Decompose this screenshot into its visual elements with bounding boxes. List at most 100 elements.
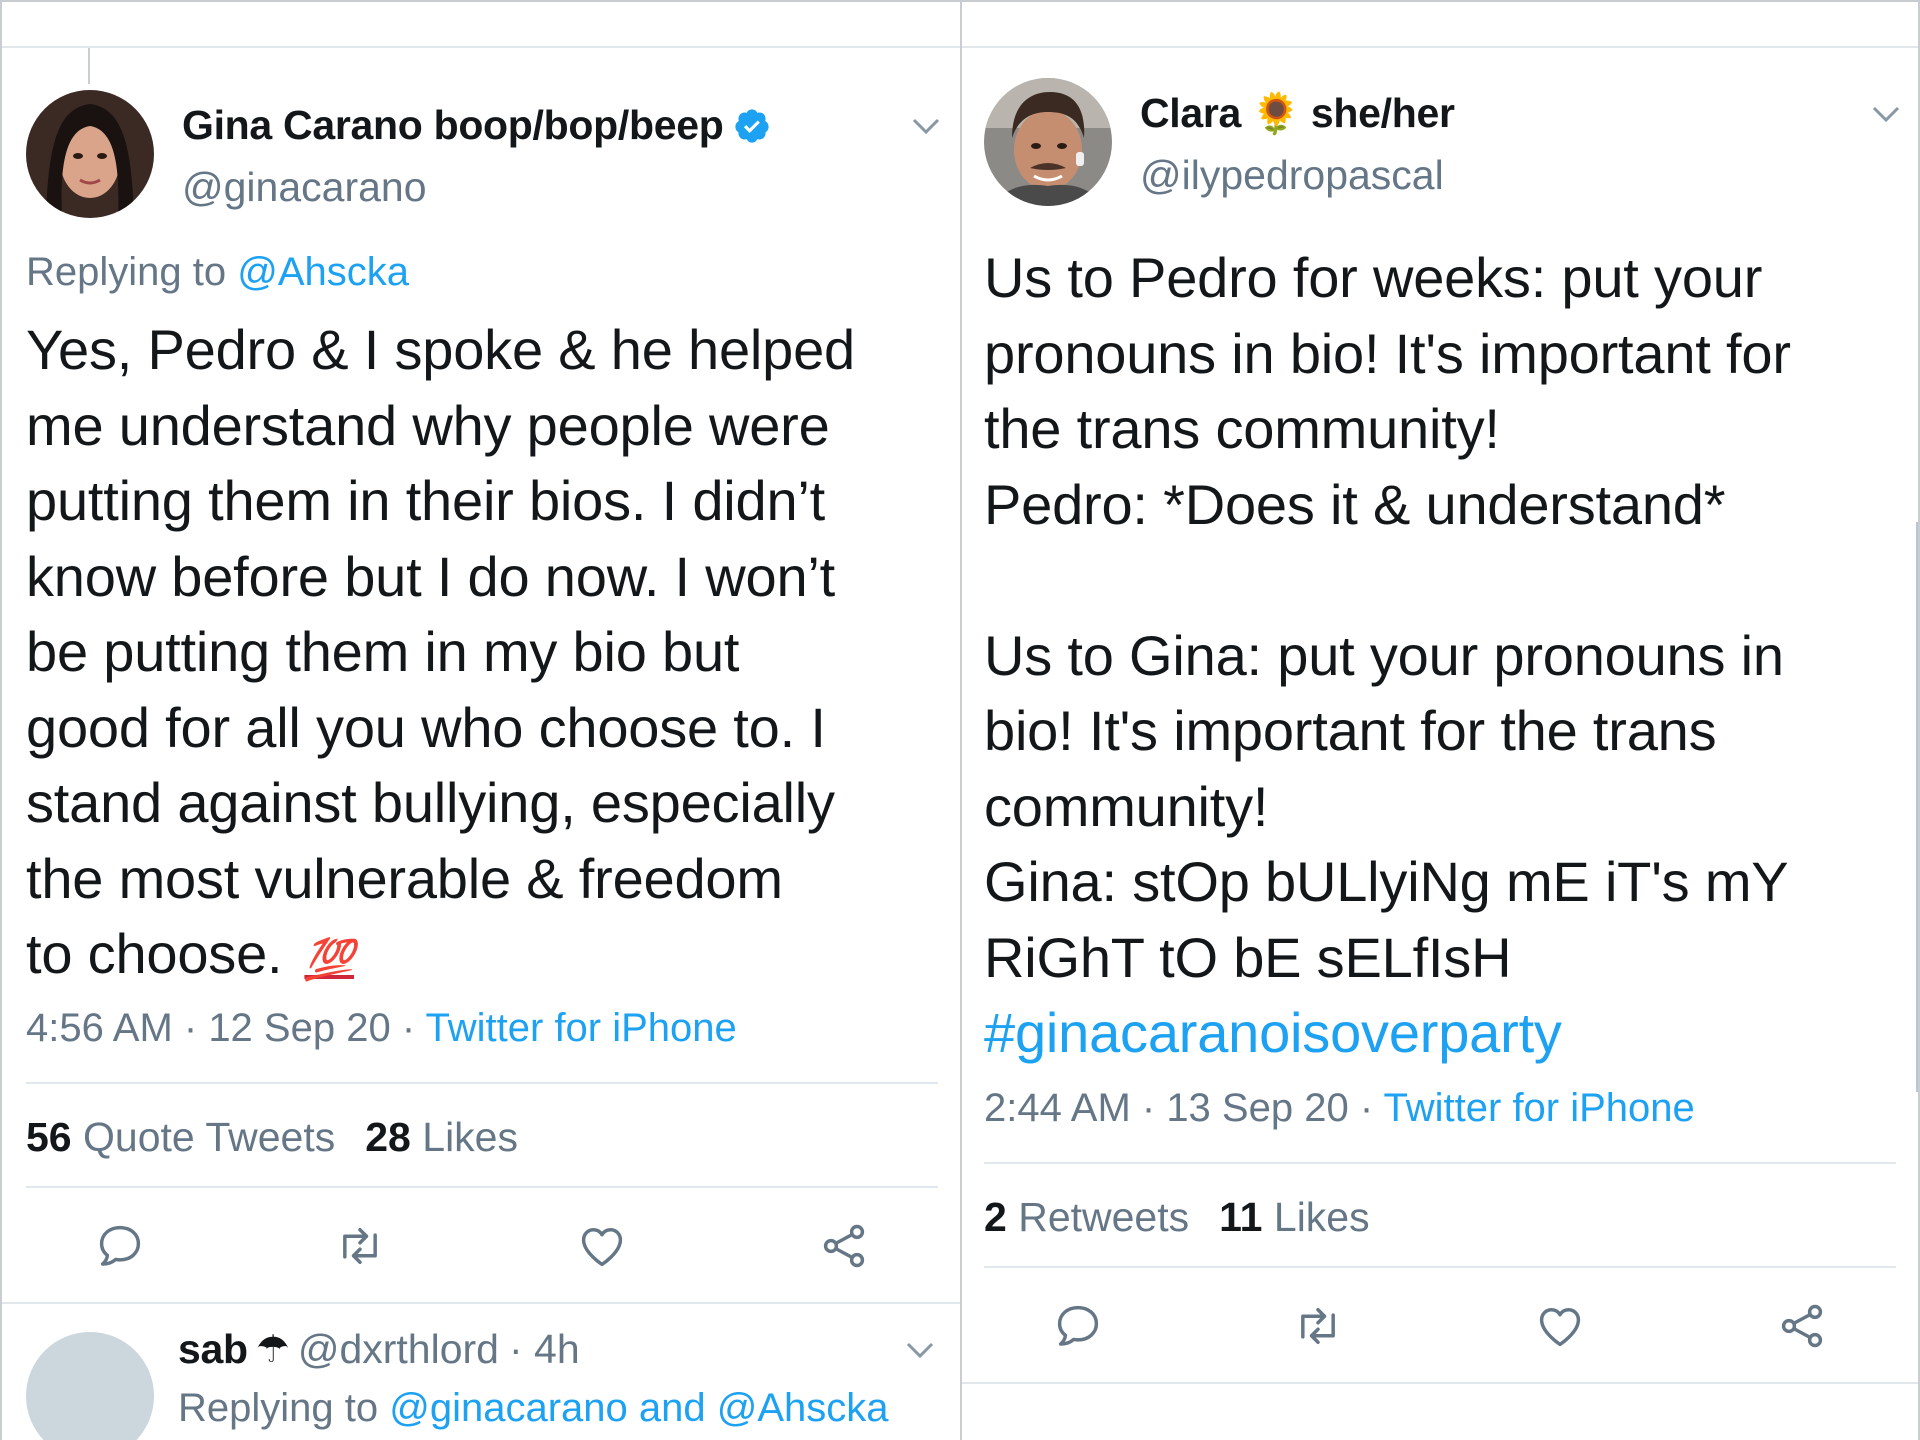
retweet-icon[interactable]	[1292, 1300, 1344, 1352]
retweet-icon[interactable]	[334, 1220, 386, 1272]
tweet-source-link[interactable]: Twitter for iPhone	[1384, 1086, 1695, 1130]
author-name-row[interactable]: Gina Carano boop/bop/beep	[182, 102, 771, 149]
tweet-text-line: Gina: stOp bULlyiNg mE iT's mY	[984, 850, 1789, 913]
tweet-timestamp-row: 4:56 AM · 12 Sep 20 · Twitter for iPhone	[26, 1006, 737, 1051]
tweet-date[interactable]: 12 Sep 20	[208, 1006, 390, 1050]
scroll-indicator	[1916, 522, 1918, 1092]
reply-section-divider	[2, 1302, 960, 1304]
man-portrait-avatar	[984, 78, 1112, 206]
tweet-stats: 2 Retweets 11 Likes	[984, 1194, 1370, 1241]
tweet-text-line: community!	[984, 774, 1269, 838]
tweet-text-line	[984, 542, 1791, 618]
reply-icon[interactable]	[1052, 1300, 1104, 1352]
retweets-count: 2	[984, 1194, 1007, 1240]
tweet-text-line: to choose. 💯	[26, 916, 855, 992]
tweet-source-link[interactable]: Twitter for iPhone	[426, 1006, 737, 1050]
tweet-text-line: me understand why people were	[26, 393, 830, 457]
scroll-indicator	[960, 292, 962, 457]
reply-and-text: and	[627, 1386, 717, 1430]
meta-separator: ·	[1130, 1086, 1167, 1130]
likes-stat[interactable]: 11 Likes	[1219, 1194, 1369, 1241]
tweet-text-line: Us to Gina: put your pronouns in	[984, 623, 1784, 687]
reply-author-row[interactable]: sab ☂ @dxrthlord · 4h	[178, 1326, 580, 1373]
tweet-text-line: Us to Pedro for weeks: put your	[984, 246, 1763, 309]
verified-badge-icon	[733, 107, 771, 145]
share-icon[interactable]	[1776, 1300, 1828, 1352]
avatar[interactable]	[984, 78, 1112, 206]
hashtag-link[interactable]: #ginacaranoisoverparty	[984, 995, 1791, 1071]
tweet-text-line: putting them in their bios. I didn’t	[26, 469, 826, 532]
tweet-timestamp-row: 2:44 AM · 13 Sep 20 · Twitter for iPhone	[984, 1086, 1695, 1131]
tweet-time[interactable]: 4:56 AM	[26, 1006, 173, 1050]
likes-count: 11	[1219, 1194, 1263, 1240]
quote-tweets-count: 56	[26, 1114, 72, 1160]
sunflower-emoji: 🌻	[1251, 92, 1301, 136]
author-name-row[interactable]: Clara 🌻 she/her	[1140, 90, 1455, 137]
reply-avatar[interactable]	[26, 1332, 154, 1440]
stats-bottom-divider	[26, 1186, 938, 1188]
tweet-text-line: Pedro: *Does it & understand*	[984, 472, 1726, 536]
likes-label: Likes	[422, 1114, 518, 1160]
quote-tweets-stat[interactable]: 56 Quote Tweets	[26, 1114, 335, 1161]
tweet-stats: 56 Quote Tweets 28 Likes	[26, 1114, 518, 1161]
author-display-name[interactable]: Clara	[1140, 90, 1241, 137]
chevron-down-icon[interactable]	[902, 1338, 938, 1362]
thread-connector	[88, 48, 90, 84]
hundred-points-emoji: 💯	[304, 938, 355, 982]
replying-to-label: Replying to	[26, 250, 238, 294]
tweet-text-line: be putting them in my bio but	[26, 620, 740, 683]
stats-bottom-divider	[984, 1266, 1896, 1268]
tweet-text-line: the most vulnerable & freedom	[26, 846, 783, 910]
tweet-text-line: bio! It's important for the trans	[984, 699, 1717, 762]
meta-separator: ·	[172, 1006, 209, 1050]
reply-time[interactable]: · 4h	[509, 1326, 580, 1373]
reply-author-handle[interactable]: @dxrthlord	[298, 1326, 499, 1373]
right-tweet-panel: Clara 🌻 she/her @ilypedropascal Us to Pe…	[960, 0, 1920, 1440]
like-icon[interactable]	[576, 1220, 628, 1272]
top-divider	[2, 46, 960, 48]
tweet-text-line: good for all you who choose to. I	[26, 695, 826, 759]
share-icon[interactable]	[818, 1220, 870, 1272]
reply-target-link[interactable]: @ginacarano	[389, 1386, 628, 1430]
stats-top-divider	[26, 1082, 938, 1084]
author-pronouns[interactable]: she/her	[1311, 90, 1455, 137]
tweet-text: Yes, Pedro & I spoke & he helped me unde…	[26, 312, 855, 992]
umbrella-emoji: ☂	[255, 1329, 290, 1371]
stats-top-divider	[984, 1162, 1896, 1164]
author-handle[interactable]: @ilypedropascal	[1140, 152, 1444, 199]
like-icon[interactable]	[1534, 1300, 1586, 1352]
woman-portrait-avatar	[26, 90, 154, 218]
meta-separator: ·	[1348, 1086, 1384, 1130]
reply-target-link[interactable]: @Ahscka	[717, 1386, 889, 1430]
tweet-text-line: know before but I do now. I won’t	[26, 544, 836, 608]
retweets-label: Retweets	[1018, 1194, 1190, 1240]
reply-icon[interactable]	[94, 1220, 146, 1272]
avatar[interactable]	[26, 90, 154, 218]
left-tweet-panel: Gina Carano boop/bop/beep @ginacarano Re…	[0, 0, 960, 1440]
tweet-text-line: Yes, Pedro & I spoke & he helped	[26, 318, 856, 381]
top-divider	[962, 46, 1918, 48]
chevron-down-icon[interactable]	[908, 114, 944, 138]
reply-replying-to-line: Replying to @ginacarano and @Ahscka	[178, 1386, 889, 1431]
tweet-text-line: the trans community!	[984, 397, 1500, 460]
reply-target-link[interactable]: @Ahscka	[237, 250, 409, 294]
bottom-divider	[962, 1382, 1918, 1384]
tweet-text-line: stand against bullying, especially	[26, 771, 835, 834]
reply-author-name[interactable]: sab	[178, 1326, 248, 1373]
tweet-text-line: pronouns in bio! It's important for	[984, 321, 1791, 385]
likes-count: 28	[365, 1114, 411, 1160]
retweets-stat[interactable]: 2 Retweets	[984, 1194, 1189, 1241]
replying-to-label: Replying to	[178, 1386, 390, 1430]
tweet-text-line-end: to choose.	[26, 922, 283, 985]
likes-label: Likes	[1273, 1194, 1370, 1240]
tweet-text-line: RiGhT tO bE sELfIsH	[984, 925, 1512, 989]
meta-separator: ·	[390, 1006, 426, 1050]
replying-to-line: Replying to @Ahscka	[26, 250, 409, 295]
author-display-name[interactable]: Gina Carano boop/bop/beep	[182, 102, 724, 149]
tweet-date[interactable]: 13 Sep 20	[1166, 1086, 1348, 1130]
tweet-time[interactable]: 2:44 AM	[984, 1086, 1131, 1130]
tweet-text: Us to Pedro for weeks: put your pronouns…	[984, 240, 1791, 1071]
chevron-down-icon[interactable]	[1868, 102, 1904, 126]
author-handle[interactable]: @ginacarano	[182, 164, 427, 211]
likes-stat[interactable]: 28 Likes	[365, 1114, 518, 1161]
